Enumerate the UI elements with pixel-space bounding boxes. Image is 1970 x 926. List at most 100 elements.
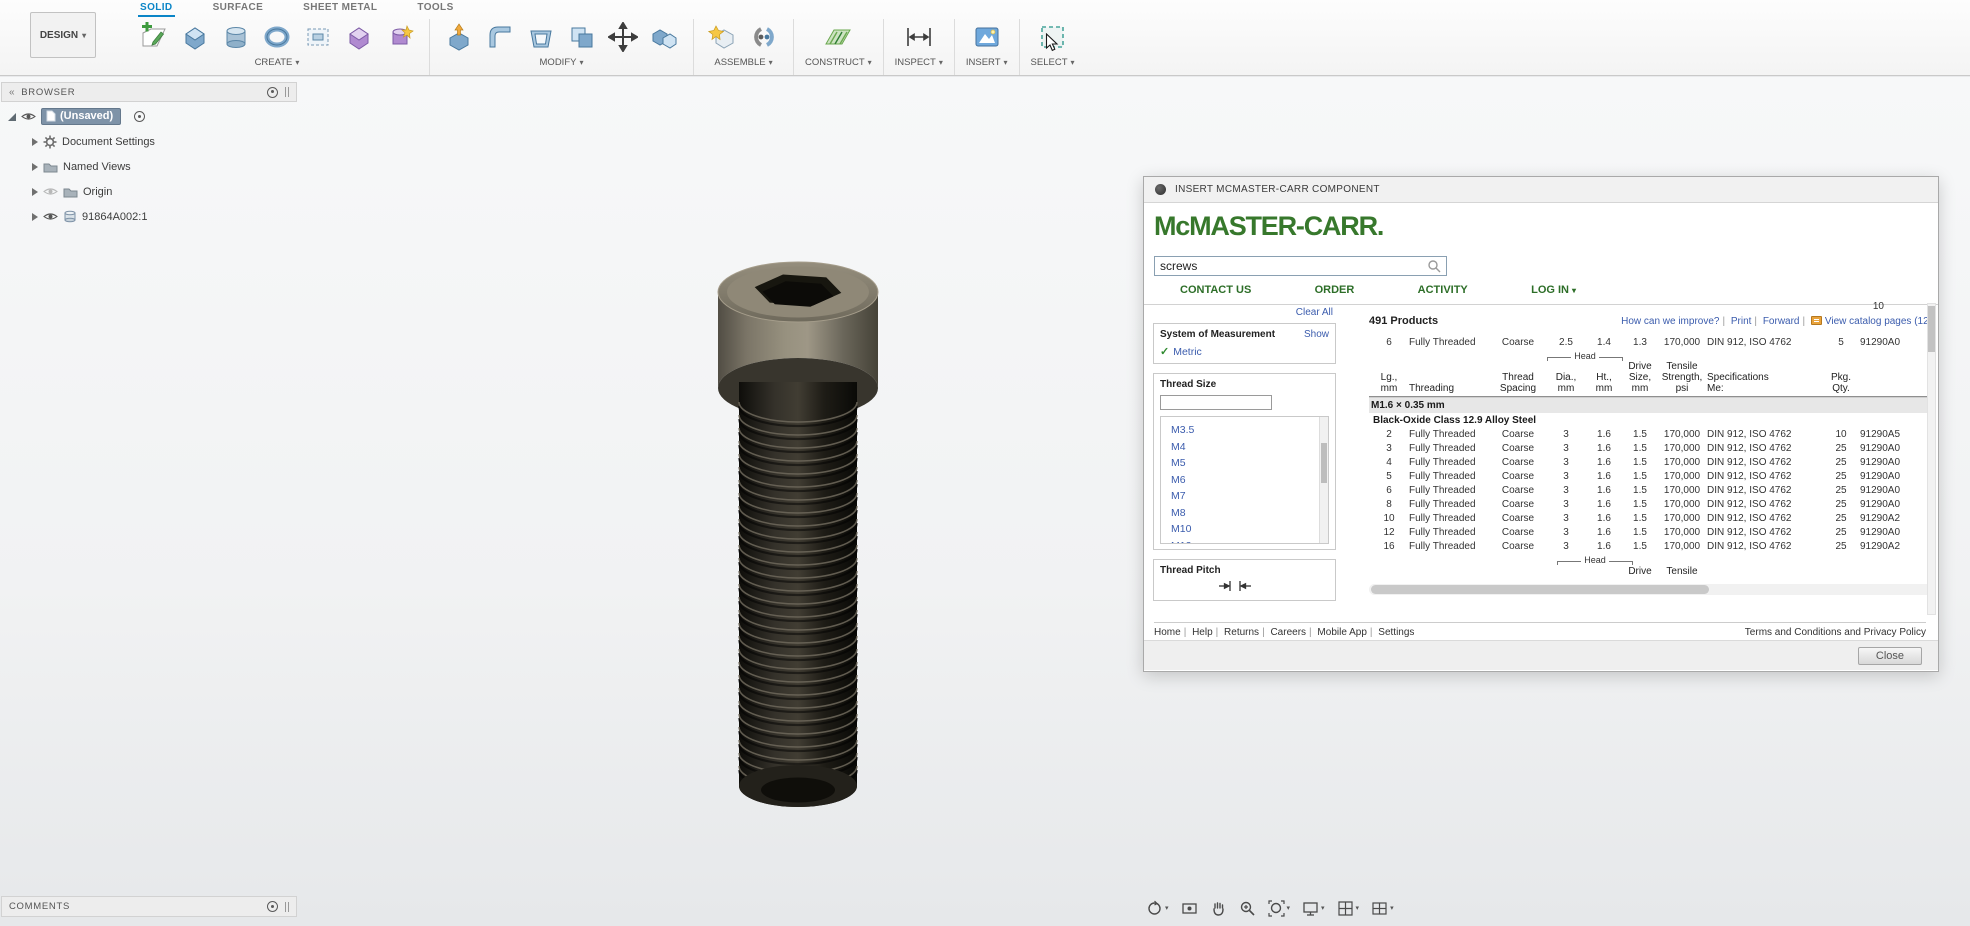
construct-menu[interactable]: CONSTRUCT▾ [805,57,872,68]
eye-visible-icon[interactable] [21,111,36,122]
insert-menu[interactable]: INSERT▾ [966,57,1008,68]
insert-button[interactable] [969,19,1005,55]
part-number-link[interactable]: 91290A2 [1860,512,1926,526]
browser-panel-header[interactable]: « BROWSER [1,82,297,102]
catalog-pages-link[interactable]: View catalog pages (12) [1800,315,1933,327]
design-workspace-button[interactable]: DESIGN ▾ [30,12,96,58]
mcmaster-logo[interactable]: McMASTER-CARR. [1154,211,1383,242]
nav-order[interactable]: ORDER [1315,284,1355,296]
thread-size-option[interactable]: M7 [1171,488,1328,505]
combine-button[interactable] [564,19,600,55]
panel-grip-handle[interactable] [285,902,289,912]
eye-visible-icon[interactable] [43,211,58,222]
thread-size-input[interactable] [1160,395,1272,410]
thread-size-option[interactable]: M4 [1171,439,1328,456]
table-row[interactable]: 6 Fully Threaded Coarse 3 1.6 1.5 170,00… [1369,484,1932,498]
expand-icon[interactable] [32,213,38,221]
thread-size-option[interactable]: M5 [1171,455,1328,472]
footer-link[interactable]: Mobile App [1306,627,1367,638]
footer-link[interactable]: Settings [1367,627,1415,638]
footer-link[interactable]: Careers [1259,627,1306,638]
modify-menu[interactable]: MODIFY▾ [540,57,584,68]
scrollbar-thumb[interactable] [1321,443,1327,483]
create-menu[interactable]: CREATE▾ [255,57,300,68]
footer-link[interactable]: Help [1181,627,1213,638]
vertical-scrollbar[interactable] [1927,303,1936,615]
thread-size-option[interactable]: M12 [1171,538,1328,545]
part-number-link[interactable]: 91290A0 [1860,470,1926,484]
shell-button[interactable] [523,19,559,55]
footer-link[interactable]: Home [1154,627,1181,638]
close-button[interactable]: Close [1858,647,1922,665]
construct-plane-button[interactable] [820,19,856,55]
tree-item-origin[interactable]: Origin [8,179,294,204]
improve-link[interactable]: How can we improve? [1621,316,1719,327]
print-link[interactable]: Print [1719,316,1751,327]
thread-size-option[interactable]: M3.5 [1171,422,1328,439]
measure-button[interactable] [901,19,937,55]
display-settings-button[interactable]: ▾ [1299,898,1328,919]
table-row-partial[interactable]: 6 Fully Threaded Coarse 2.5 1.4 1.3 170,… [1369,336,1932,350]
table-row[interactable]: 16 Fully Threaded Coarse 3 1.6 1.5 170,0… [1369,540,1932,554]
orbit-button[interactable]: ▾ [1143,898,1172,919]
fillet-button[interactable] [482,19,518,55]
zoom-button[interactable] [1236,898,1259,919]
scrollbar-thumb[interactable] [1928,306,1935,352]
table-row[interactable]: 5 Fully Threaded Coarse 3 1.6 1.5 170,00… [1369,470,1932,484]
screw-3d-model[interactable] [638,230,958,850]
extrude-button[interactable] [177,19,213,55]
inspect-menu[interactable]: INSPECT▾ [895,57,943,68]
thread-size-scrollbar[interactable] [1319,417,1328,543]
assemble-menu[interactable]: ASSEMBLE▾ [714,57,772,68]
table-row[interactable]: 3 Fully Threaded Coarse 3 1.6 1.5 170,00… [1369,442,1932,456]
revolve-button[interactable] [218,19,254,55]
project-button[interactable] [300,19,336,55]
part-number-link[interactable]: 91290A5 [1860,428,1926,442]
footer-terms[interactable]: Terms and Conditions and Privacy Policy [1745,627,1926,638]
table-row[interactable]: 8 Fully Threaded Coarse 3 1.6 1.5 170,00… [1369,498,1932,512]
nav-activity[interactable]: ACTIVITY [1418,284,1468,296]
part-number-link[interactable]: 91290A0 [1860,498,1926,512]
clear-all-link[interactable]: Clear All [1296,307,1333,318]
table-row[interactable]: 10 Fully Threaded Coarse 3 1.6 1.5 170,0… [1369,512,1932,526]
scrollbar-thumb[interactable] [1371,585,1709,594]
thread-size-option[interactable]: M10 [1171,521,1328,538]
panel-options-icon[interactable] [267,87,278,98]
sweep-button[interactable] [259,19,295,55]
select-menu[interactable]: SELECT▾ [1031,57,1075,68]
expand-icon[interactable] [32,138,38,146]
tab-solid[interactable]: SOLID [138,0,175,17]
table-row[interactable]: 2 Fully Threaded Coarse 3 1.6 1.5 170,00… [1369,428,1932,442]
pan-button[interactable] [1207,898,1230,919]
panel-grip-handle[interactable] [285,87,289,97]
tree-item-component[interactable]: 91864A002:1 [8,204,294,229]
part-number-link[interactable]: 91290A0 [1860,484,1926,498]
table-row[interactable]: 4 Fully Threaded Coarse 3 1.6 1.5 170,00… [1369,456,1932,470]
table-row[interactable]: 12 Fully Threaded Coarse 3 1.6 1.5 170,0… [1369,526,1932,540]
move-button[interactable] [605,19,641,55]
horizontal-scrollbar[interactable] [1369,584,1932,595]
dialog-header[interactable]: INSERT MCMASTER-CARR COMPONENT [1144,177,1938,203]
tree-item-document-settings[interactable]: Document Settings [8,129,294,154]
joint-button[interactable] [746,19,782,55]
nav-log-in[interactable]: LOG IN▾ [1531,284,1576,296]
activate-component-radio[interactable] [134,111,145,122]
footer-link[interactable]: Returns [1213,627,1259,638]
tab-sheet-metal[interactable]: SHEET METAL [301,0,379,17]
panel-options-icon[interactable] [267,901,278,912]
viewports-button[interactable]: ▾ [1368,898,1397,919]
expand-collapse-icon[interactable] [8,113,16,121]
tree-root-row[interactable]: (Unsaved) [8,104,294,129]
comments-panel-header[interactable]: COMMENTS [1,896,297,917]
document-root-item[interactable]: (Unsaved) [41,108,121,125]
new-component-button[interactable] [705,19,741,55]
press-pull-button[interactable] [441,19,477,55]
metric-filter-link[interactable]: Metric [1173,346,1202,358]
create-sketch-button[interactable] [136,19,172,55]
search-icon[interactable] [1427,259,1441,273]
expand-icon[interactable] [32,163,38,171]
tab-tools[interactable]: TOOLS [415,0,455,17]
tree-item-named-views[interactable]: Named Views [8,154,294,179]
nav-contact-us[interactable]: CONTACT US [1180,284,1251,296]
part-number-link[interactable]: 91290A0 [1860,526,1926,540]
